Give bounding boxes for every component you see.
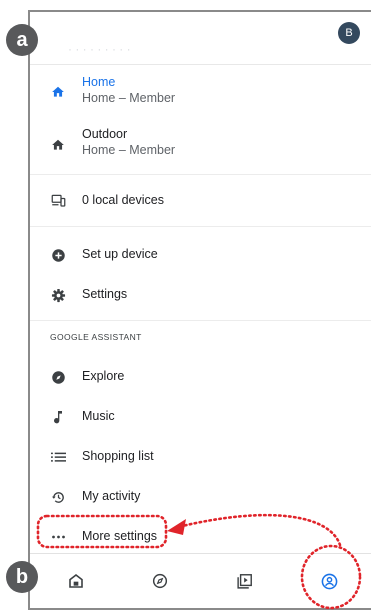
gear-icon: [48, 285, 68, 305]
home-item-home[interactable]: Home Home – Member: [30, 72, 371, 112]
menu-item-set-up-device[interactable]: Set up device: [30, 240, 371, 270]
nav-compass-icon[interactable]: [149, 570, 171, 592]
callout-badge-b: b: [6, 561, 38, 593]
add-circle-icon: [48, 245, 68, 265]
menu-item-label: Settings: [82, 287, 128, 301]
home-subtitle: Home – Member: [82, 91, 176, 105]
assistant-item-label: More settings: [82, 529, 158, 543]
bottom-nav: [30, 553, 371, 608]
account-avatar[interactable]: B: [338, 22, 360, 44]
assistant-item-label: Explore: [82, 369, 125, 383]
home-title: Home: [82, 75, 116, 89]
section-label-google-assistant: GOOGLE ASSISTANT: [50, 332, 142, 342]
home-icon: [48, 82, 68, 102]
divider: [30, 174, 371, 175]
compass-icon: [48, 367, 68, 387]
local-devices-item[interactable]: 0 local devices: [30, 186, 371, 216]
assistant-item-label: Shopping list: [82, 449, 154, 463]
more-horiz-icon: [48, 527, 68, 547]
nav-home-icon[interactable]: [65, 570, 87, 592]
menu-item-settings[interactable]: Settings: [30, 280, 371, 310]
assistant-item-label: Music: [82, 409, 115, 423]
menu-item-label: Set up device: [82, 247, 158, 261]
top-bar: · · · · · · · · · B: [30, 12, 371, 65]
divider: [30, 320, 371, 321]
list-icon: [48, 447, 68, 467]
nav-video-library-icon[interactable]: [233, 570, 255, 592]
local-devices-label: 0 local devices: [82, 193, 164, 207]
home-subtitle: Home – Member: [82, 143, 176, 157]
assistant-item-explore[interactable]: Explore: [30, 362, 371, 392]
home-item-outdoor[interactable]: Outdoor Home – Member: [30, 124, 371, 164]
home-title: Outdoor: [82, 127, 128, 141]
assistant-item-more-settings[interactable]: More settings: [30, 522, 371, 552]
faded-header-text: · · · · · · · · ·: [68, 42, 131, 56]
assistant-item-music[interactable]: Music: [30, 402, 371, 432]
assistant-item-my-activity[interactable]: My activity: [30, 482, 371, 512]
music-note-icon: [48, 407, 68, 427]
local-devices-icon: [48, 191, 68, 211]
home-icon: [48, 135, 68, 155]
history-icon: [48, 487, 68, 507]
phone-screen: · · · · · · · · · B Home Home – Member O…: [28, 10, 371, 610]
assistant-item-shopping-list[interactable]: Shopping list: [30, 442, 371, 472]
divider: [30, 226, 371, 227]
assistant-item-label: My activity: [82, 489, 141, 503]
nav-account-icon[interactable]: [318, 570, 340, 592]
callout-badge-a: a: [6, 24, 38, 56]
